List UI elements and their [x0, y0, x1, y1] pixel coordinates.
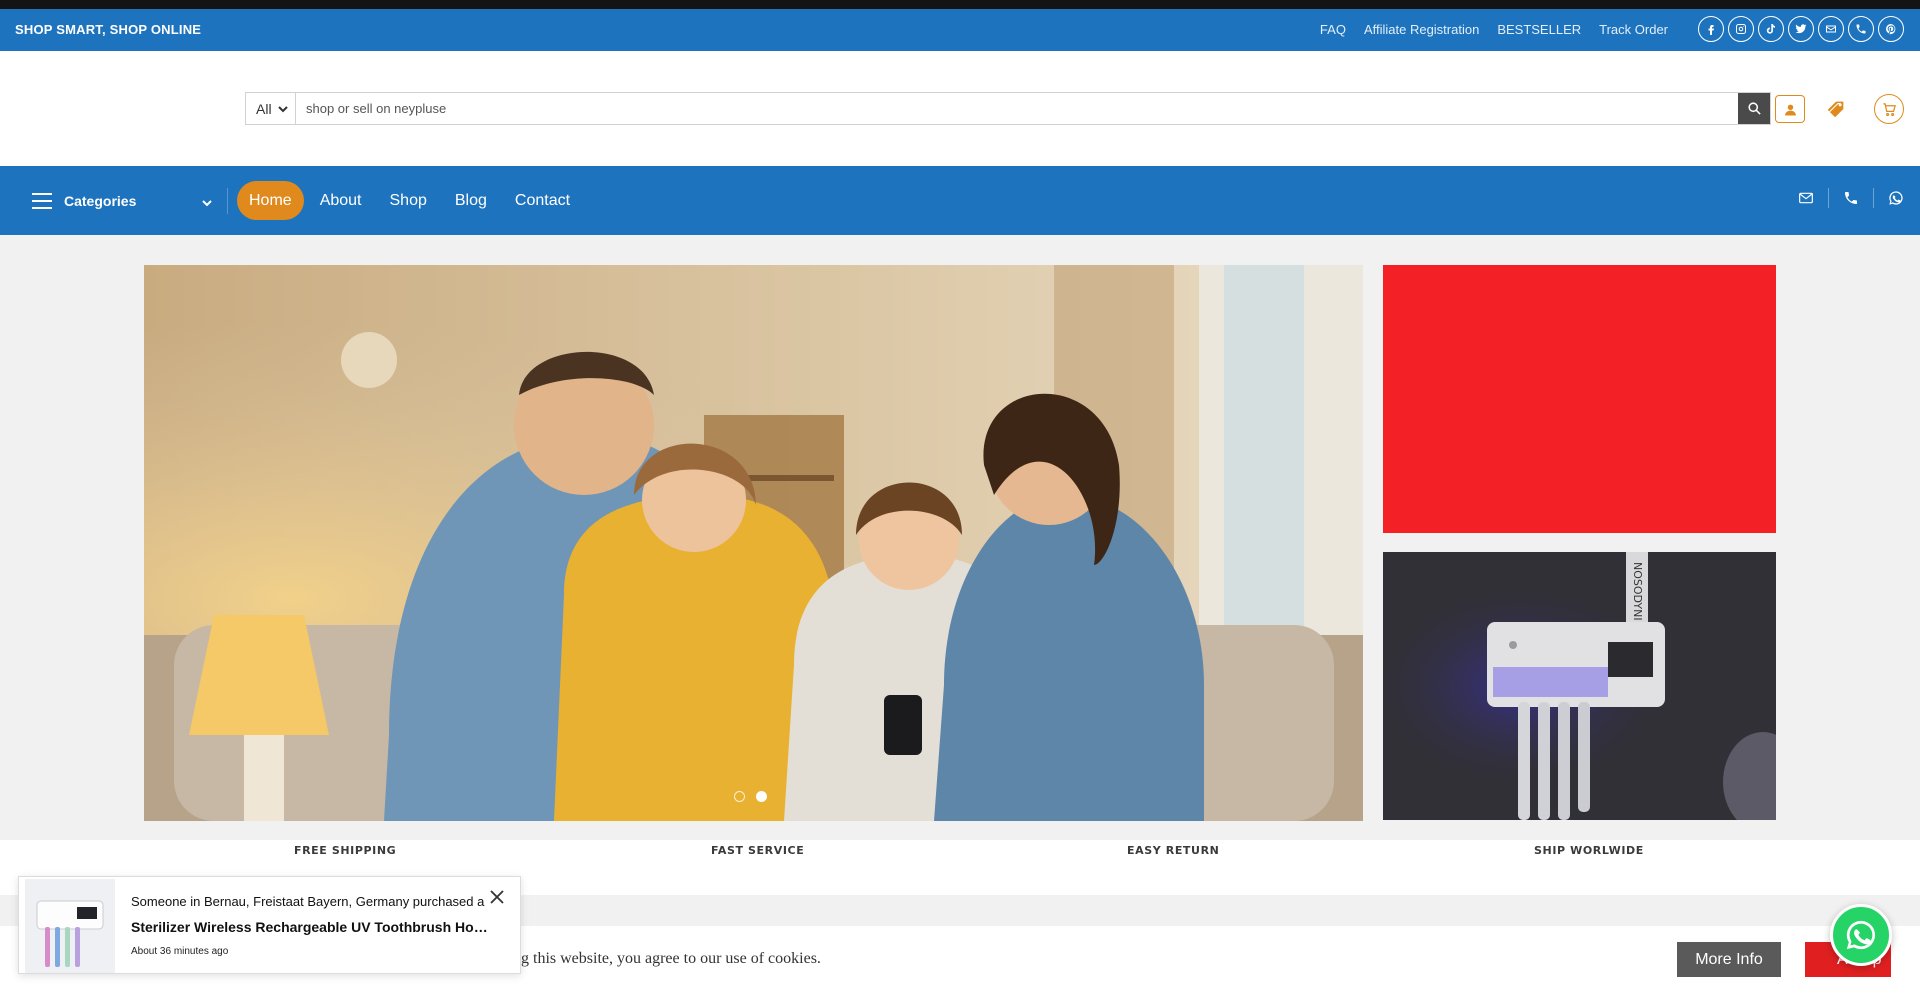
popup-product-name[interactable]: Sterilizer Wireless Rechargeable UV Toot… — [131, 919, 491, 935]
main-navigation: Categories Home About Shop Blog Contact — [0, 166, 1920, 235]
cart-button[interactable] — [1874, 94, 1904, 124]
facebook-icon[interactable] — [1698, 16, 1724, 42]
nav-icon-divider — [1873, 188, 1874, 208]
uv-sterilizer-image: NOSODYNI — [1383, 552, 1776, 820]
whatsapp-icon — [1846, 920, 1876, 950]
popup-timestamp: About 36 minutes ago — [131, 946, 229, 957]
whatsapp-chat-button[interactable] — [1830, 904, 1892, 966]
search-input[interactable] — [296, 93, 1738, 124]
banner-brand-text: NOSODYNI — [1631, 562, 1644, 621]
nav-menu: Home About Shop Blog Contact — [237, 181, 582, 220]
bestseller-link[interactable]: BESTSELLER — [1497, 22, 1581, 37]
pinterest-icon[interactable] — [1878, 16, 1904, 42]
hero-family-image — [144, 265, 1363, 821]
store-slogan: SHOP SMART, SHOP ONLINE — [15, 22, 202, 37]
close-icon — [490, 890, 504, 904]
tiktok-icon[interactable] — [1758, 16, 1784, 42]
cookie-text: ng this website, you agree to our use of… — [513, 950, 821, 967]
promo-banner-uv-sterilizer[interactable]: NOSODYNI — [1383, 552, 1776, 820]
recent-purchase-popup[interactable]: Someone in Bernau, Freistaat Bayern, Ger… — [18, 876, 521, 974]
nav-item-home[interactable]: Home — [237, 181, 304, 220]
feature-ship-worldwide: SHIP WORLWIDE — [1534, 844, 1644, 857]
search-bar: All — [245, 92, 1771, 125]
track-order-link[interactable]: Track Order — [1599, 22, 1668, 37]
cart-icon — [1882, 102, 1896, 116]
coupon-button[interactable] — [1823, 96, 1849, 122]
chevron-down-icon — [277, 105, 288, 112]
tag-icon — [1827, 101, 1844, 118]
popup-message: Someone in Bernau, Freistaat Bayern, Ger… — [131, 894, 485, 909]
slider-dot[interactable] — [734, 791, 745, 802]
search-category-value: All — [256, 100, 272, 117]
instagram-icon[interactable] — [1728, 16, 1754, 42]
nav-contact-icons — [1796, 188, 1906, 208]
hamburger-icon — [32, 192, 52, 209]
hero-slider[interactable] — [144, 265, 1363, 821]
social-icons — [1698, 16, 1904, 42]
top-announcement-strip — [0, 0, 1920, 9]
nav-item-contact[interactable]: Contact — [503, 181, 582, 220]
promo-banner-red[interactable] — [1383, 265, 1776, 533]
chevron-down-icon — [202, 200, 212, 207]
search-category-select[interactable]: All — [246, 93, 296, 124]
categories-label: Categories — [64, 192, 137, 209]
faq-link[interactable]: FAQ — [1320, 22, 1346, 37]
affiliate-registration-link[interactable]: Affiliate Registration — [1364, 22, 1479, 37]
product-thumbnail — [25, 879, 115, 973]
nav-divider — [227, 188, 228, 214]
twitter-icon[interactable] — [1788, 16, 1814, 42]
user-icon — [1784, 104, 1796, 115]
site-header: All — [0, 51, 1920, 166]
nav-item-shop[interactable]: Shop — [378, 181, 439, 220]
search-button[interactable] — [1738, 93, 1770, 124]
phone-icon[interactable] — [1841, 188, 1861, 208]
nav-item-blog[interactable]: Blog — [443, 181, 499, 220]
nav-item-about[interactable]: About — [308, 181, 374, 220]
more-info-button[interactable]: More Info — [1677, 942, 1781, 977]
search-icon — [1747, 102, 1761, 115]
close-popup-button[interactable] — [488, 888, 506, 906]
feature-free-shipping: FREE SHIPPING — [294, 844, 397, 857]
top-links: FAQ Affiliate Registration BESTSELLER Tr… — [1320, 22, 1668, 37]
feature-easy-return: EASY RETURN — [1127, 844, 1220, 857]
whatsapp-icon[interactable] — [1886, 188, 1906, 208]
top-bar: SHOP SMART, SHOP ONLINE FAQ Affiliate Re… — [0, 9, 1920, 51]
account-button[interactable] — [1775, 95, 1805, 123]
email-icon[interactable] — [1818, 16, 1844, 42]
slider-dots — [734, 791, 767, 802]
categories-menu[interactable]: Categories — [32, 166, 212, 235]
slider-dot-active[interactable] — [756, 791, 767, 802]
email-icon[interactable] — [1796, 188, 1816, 208]
feature-fast-service: FAST SERVICE — [711, 844, 805, 857]
nav-icon-divider — [1828, 188, 1829, 208]
phone-icon[interactable] — [1848, 16, 1874, 42]
